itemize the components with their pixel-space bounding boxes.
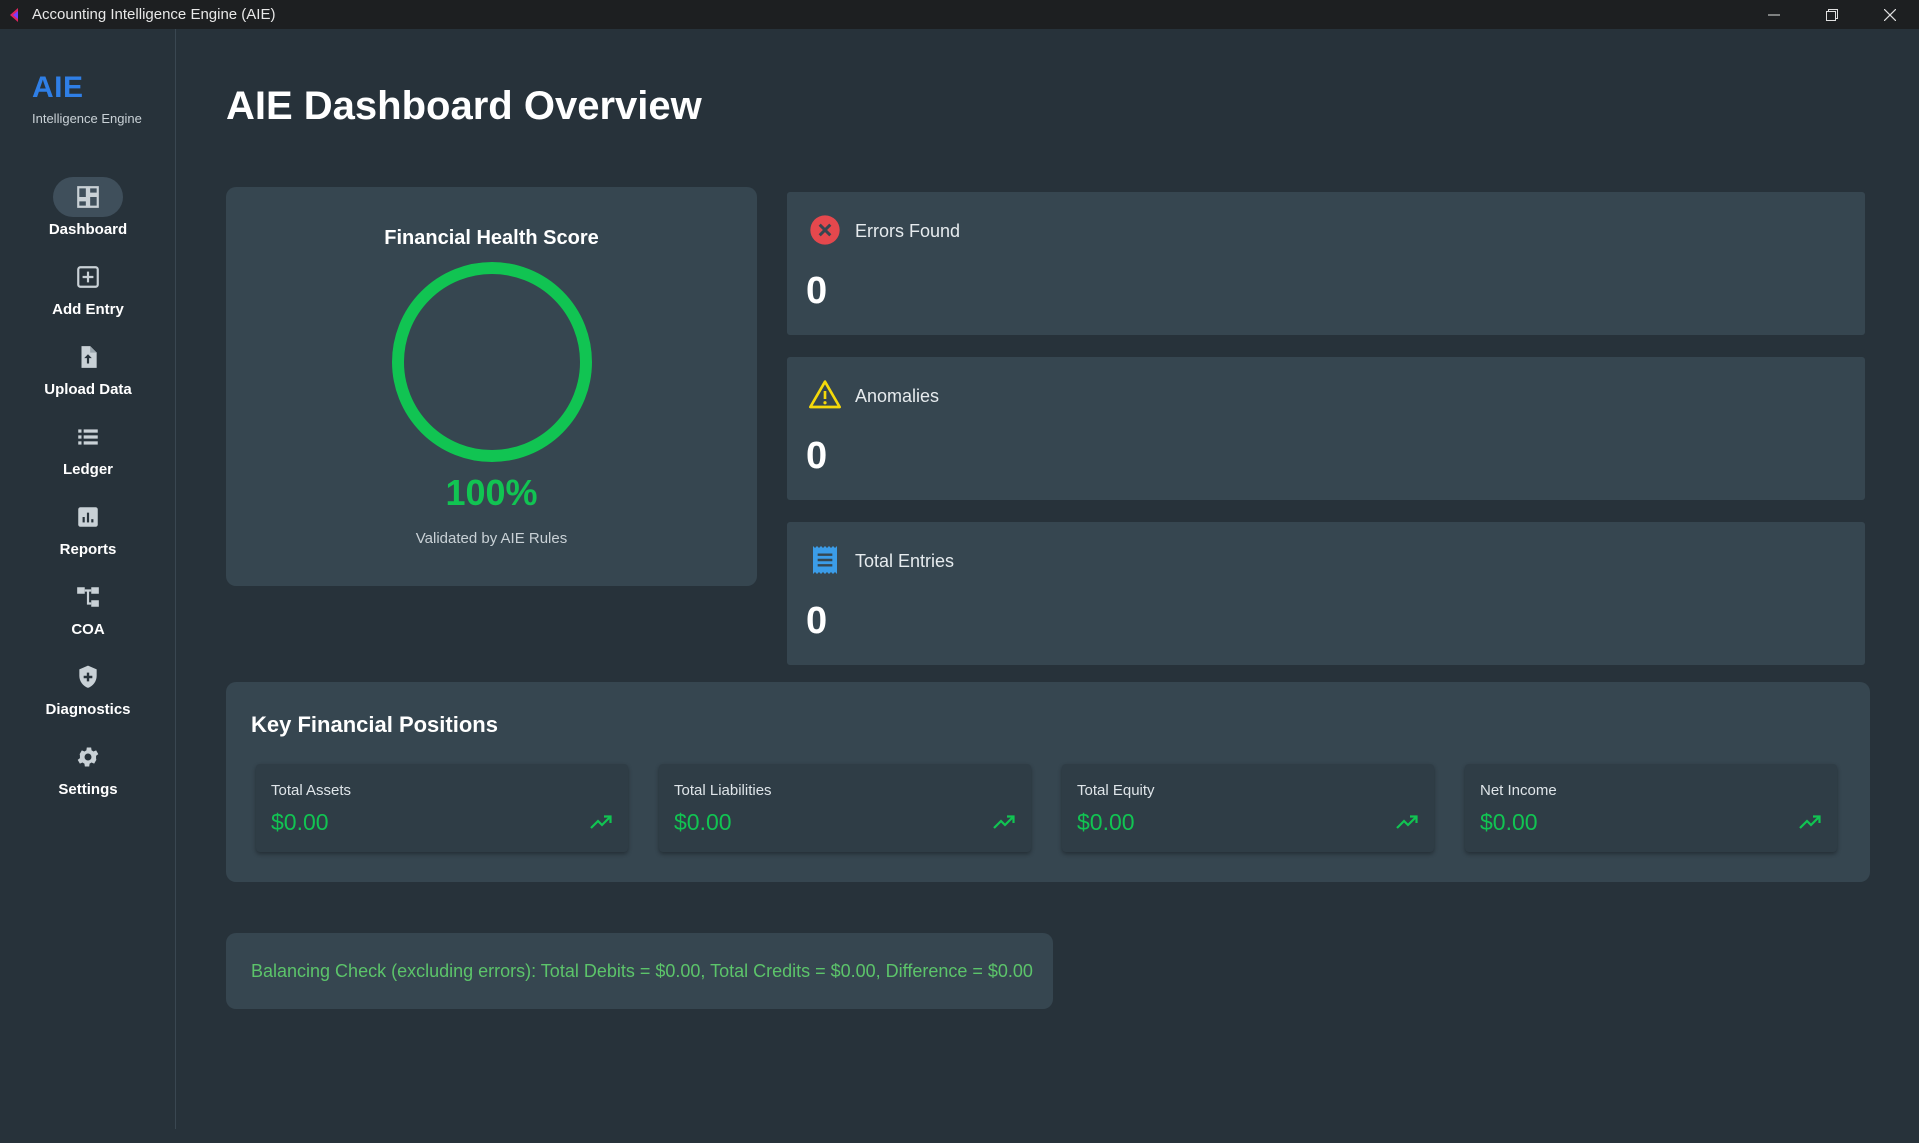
sidebar-item-dashboard[interactable]: Dashboard [0,177,176,251]
warning-icon [809,380,841,409]
trending-up-icon [1799,815,1821,829]
trending-up-icon [993,815,1015,829]
dashboard-icon [77,186,99,208]
total-entries-label: Total Entries [855,551,955,571]
errors-found-card: Errors Found 0 [787,192,1865,335]
window-title: Accounting Intelligence Engine (AIE) [32,6,276,23]
account-tree-icon [77,587,99,607]
restore-icon [1826,8,1838,21]
anomalies-card: Anomalies 0 [787,357,1865,500]
health-score-title: Financial Health Score [384,227,599,249]
receipt-icon [813,546,837,574]
position-label: Total Equity [1077,782,1155,799]
sidebar: AIE Intelligence Engine Dashboard Add En… [0,29,176,1129]
sidebar-item-coa[interactable]: COA [0,577,176,651]
errors-found-label: Errors Found [855,221,961,241]
health-score-arc [392,262,592,462]
health-score-value: 100% [445,472,538,513]
sidebar-item-label: Add Entry [52,301,124,318]
bar-chart-icon [78,507,98,527]
position-value: $0.00 [674,809,732,835]
brand-name: AIE [32,71,84,104]
position-total-assets: Total Assets $0.00 [256,764,628,852]
sidebar-item-upload-data[interactable]: Upload Data [0,337,176,411]
anomalies-label: Anomalies [855,386,940,406]
key-financial-positions-card: Key Financial Positions Total Assets $0.… [226,682,1870,882]
sidebar-item-settings[interactable]: Settings [0,737,176,811]
position-value: $0.00 [1077,809,1135,835]
sidebar-item-label: Dashboard [48,221,128,238]
sidebar-item-label: Settings [58,781,118,798]
app-icon [10,7,18,22]
balancing-check-text: Balancing Check (excluding errors): Tota… [251,961,1033,981]
shield-icon [79,665,97,688]
restore-button[interactable] [1803,0,1861,29]
health-score-card: Financial Health Score 100% Validated by… [226,187,757,586]
list-icon [78,429,98,445]
sidebar-item-add-entry[interactable]: Add Entry [0,257,176,331]
trending-up-icon [590,815,612,829]
health-score-caption: Validated by AIE Rules [415,530,568,547]
error-icon [810,215,840,245]
title-bar: Accounting Intelligence Engine (AIE) [0,0,1919,29]
sidebar-item-ledger[interactable]: Ledger [0,417,176,491]
sidebar-item-label: COA [71,621,105,638]
sidebar-item-label: Reports [59,541,117,558]
sidebar-item-diagnostics[interactable]: Diagnostics [0,657,176,731]
position-label: Total Liabilities [674,782,772,799]
position-total-liabilities: Total Liabilities $0.00 [659,764,1031,852]
positions-title: Key Financial Positions [251,712,498,737]
errors-found-value: 0 [806,270,828,312]
sidebar-item-reports[interactable]: Reports [0,497,176,571]
total-entries-value: 0 [806,600,828,642]
page-title: AIE Dashboard Overview [226,84,702,128]
position-label: Total Assets [271,782,352,799]
trending-up-icon [1396,815,1418,829]
position-value: $0.00 [1480,809,1538,835]
sidebar-item-label: Ledger [62,461,113,478]
sidebar-item-label: Diagnostics [45,701,131,718]
gear-icon [77,747,99,767]
position-label: Net Income [1480,782,1557,799]
total-entries-card: Total Entries 0 [787,522,1865,665]
upload-file-icon [81,346,97,368]
brand: AIE Intelligence Engine [32,71,142,126]
brand-subtitle: Intelligence Engine [32,111,142,126]
add-box-icon [77,266,99,288]
close-icon [1884,8,1896,21]
minimize-button[interactable] [1745,0,1803,29]
position-net-income: Net Income $0.00 [1465,764,1837,852]
close-button[interactable] [1861,0,1919,29]
anomalies-value: 0 [806,435,828,477]
minimize-icon [1768,14,1780,15]
sidebar-item-label: Upload Data [44,381,132,398]
position-total-equity: Total Equity $0.00 [1062,764,1434,852]
position-value: $0.00 [271,809,329,835]
balancing-check-card: Balancing Check (excluding errors): Tota… [226,933,1053,1009]
health-score-ring [392,262,592,462]
